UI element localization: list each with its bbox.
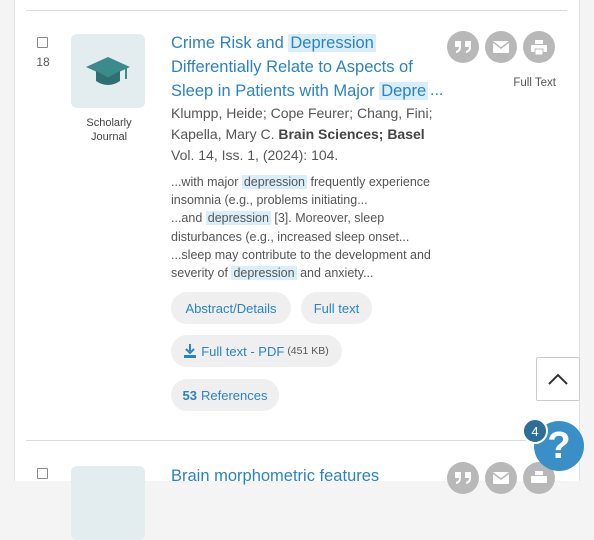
full-text-button[interactable]: Full text xyxy=(301,292,372,324)
help-question-icon: ? xyxy=(547,424,571,467)
title-ellipsis: ... xyxy=(430,82,444,99)
envelope-icon xyxy=(493,472,509,484)
print-button[interactable] xyxy=(523,31,555,63)
record-thumbnail xyxy=(71,466,145,540)
search-snippet: ...with major depression frequently expe… xyxy=(171,175,431,281)
scholarly-journal-thumbnail xyxy=(71,34,145,108)
envelope-icon xyxy=(493,41,509,53)
result-divider xyxy=(26,10,567,11)
record-title-link[interactable]: Crime Risk and Depression Differentially… xyxy=(171,31,446,103)
quote-icon xyxy=(455,472,471,484)
pdf-icon xyxy=(184,344,197,358)
email-button[interactable] xyxy=(485,31,517,63)
abstract-details-button[interactable]: Abstract/Details xyxy=(171,292,291,324)
record-title-link[interactable]: Brain morphometric features xyxy=(171,464,379,488)
quote-icon xyxy=(455,41,471,53)
full-text-pdf-button[interactable]: Full text - PDF (451 KB) xyxy=(171,335,342,367)
select-record-checkbox[interactable] xyxy=(37,468,48,479)
printer-icon xyxy=(531,39,547,55)
graduation-cap-icon xyxy=(86,57,130,85)
result-divider xyxy=(26,440,567,441)
select-record-checkbox[interactable] xyxy=(37,37,48,48)
email-button[interactable] xyxy=(485,462,517,494)
help-notification-badge: 4 xyxy=(522,418,548,444)
printer-icon xyxy=(531,470,547,483)
volume-issue: Vol. 14, Iss. 1, (2024): 104. xyxy=(171,147,339,163)
scroll-to-top-button[interactable] xyxy=(536,357,580,401)
full-text-availability: Full Text xyxy=(513,77,556,89)
record-citation: Klumpp, Heide; Cope Feurer; Chang, Fini;… xyxy=(171,103,433,166)
title-highlight: Depre xyxy=(379,82,429,100)
title-highlight: Depression xyxy=(288,34,376,52)
references-count: 53 xyxy=(182,387,197,403)
cite-button[interactable] xyxy=(447,31,479,63)
chevron-up-icon xyxy=(548,373,568,385)
record-number: 18 xyxy=(36,55,50,69)
document-type-label: Scholarly Journal xyxy=(86,117,132,143)
references-button[interactable]: 53 References xyxy=(171,379,279,411)
cite-button[interactable] xyxy=(447,462,479,494)
source-title[interactable]: Brain Sciences; Basel xyxy=(278,126,424,142)
